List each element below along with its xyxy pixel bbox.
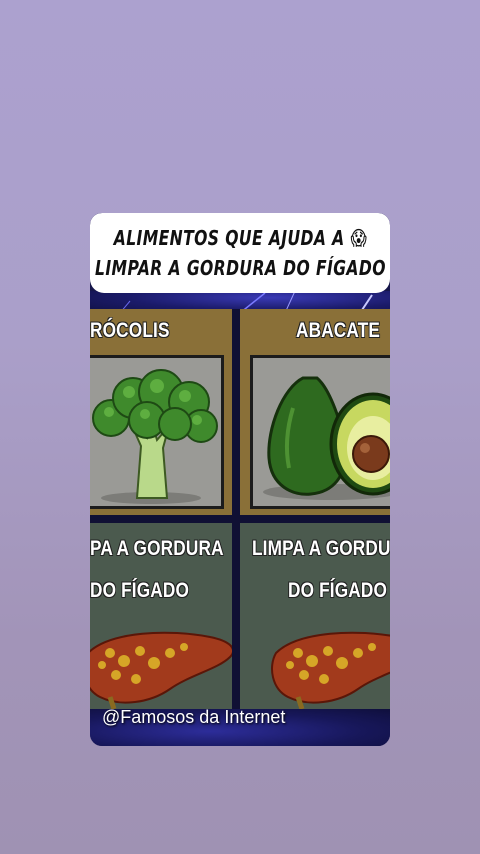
panel-label-liver-1-line1: PA A GORDURA bbox=[90, 537, 224, 560]
food-grid: RÓCOLIS ABACATE PA A GORDURA DO FÍGADO L… bbox=[90, 309, 390, 709]
video-card[interactable]: ALIMENTOS QUE AJUDA A 😱 LIMPAR A GORDURA… bbox=[90, 213, 390, 746]
panel-label-liver-2-line2: DO FÍGADO bbox=[288, 579, 388, 602]
panel-label-broccoli: RÓCOLIS bbox=[90, 319, 170, 342]
watermark-text: @Famosos da Internet bbox=[102, 707, 286, 727]
broccoli-image-frame bbox=[90, 355, 224, 509]
panel-liver-1: PA A GORDURA DO FÍGADO bbox=[90, 523, 232, 709]
avocado-image-frame bbox=[250, 355, 390, 509]
avocado-icon bbox=[263, 376, 390, 500]
post-title-box: ALIMENTOS QUE AJUDA A 😱 LIMPAR A GORDURA… bbox=[90, 213, 390, 293]
panel-label-liver-2-line1: LIMPA A GORDU bbox=[252, 537, 390, 560]
post-title-line-2: LIMPAR A GORDURA DO FÍGADO bbox=[94, 256, 386, 280]
panel-label-avocado: ABACATE bbox=[296, 319, 381, 342]
title-text-1: ALIMENTOS QUE AJUDA A bbox=[113, 226, 345, 250]
shocked-face-emoji-icon: 😱 bbox=[350, 226, 367, 250]
panel-broccoli: RÓCOLIS bbox=[90, 309, 232, 515]
panel-liver-2: LIMPA A GORDU DO FÍGADO bbox=[240, 523, 390, 709]
panel-label-liver-1-line2: DO FÍGADO bbox=[90, 579, 190, 602]
broccoli-icon bbox=[92, 369, 218, 504]
liver-icon bbox=[90, 631, 232, 709]
liver-icon bbox=[271, 631, 390, 709]
post-title-line-1: ALIMENTOS QUE AJUDA A 😱 bbox=[113, 223, 366, 253]
panel-avocado: ABACATE bbox=[240, 309, 390, 515]
